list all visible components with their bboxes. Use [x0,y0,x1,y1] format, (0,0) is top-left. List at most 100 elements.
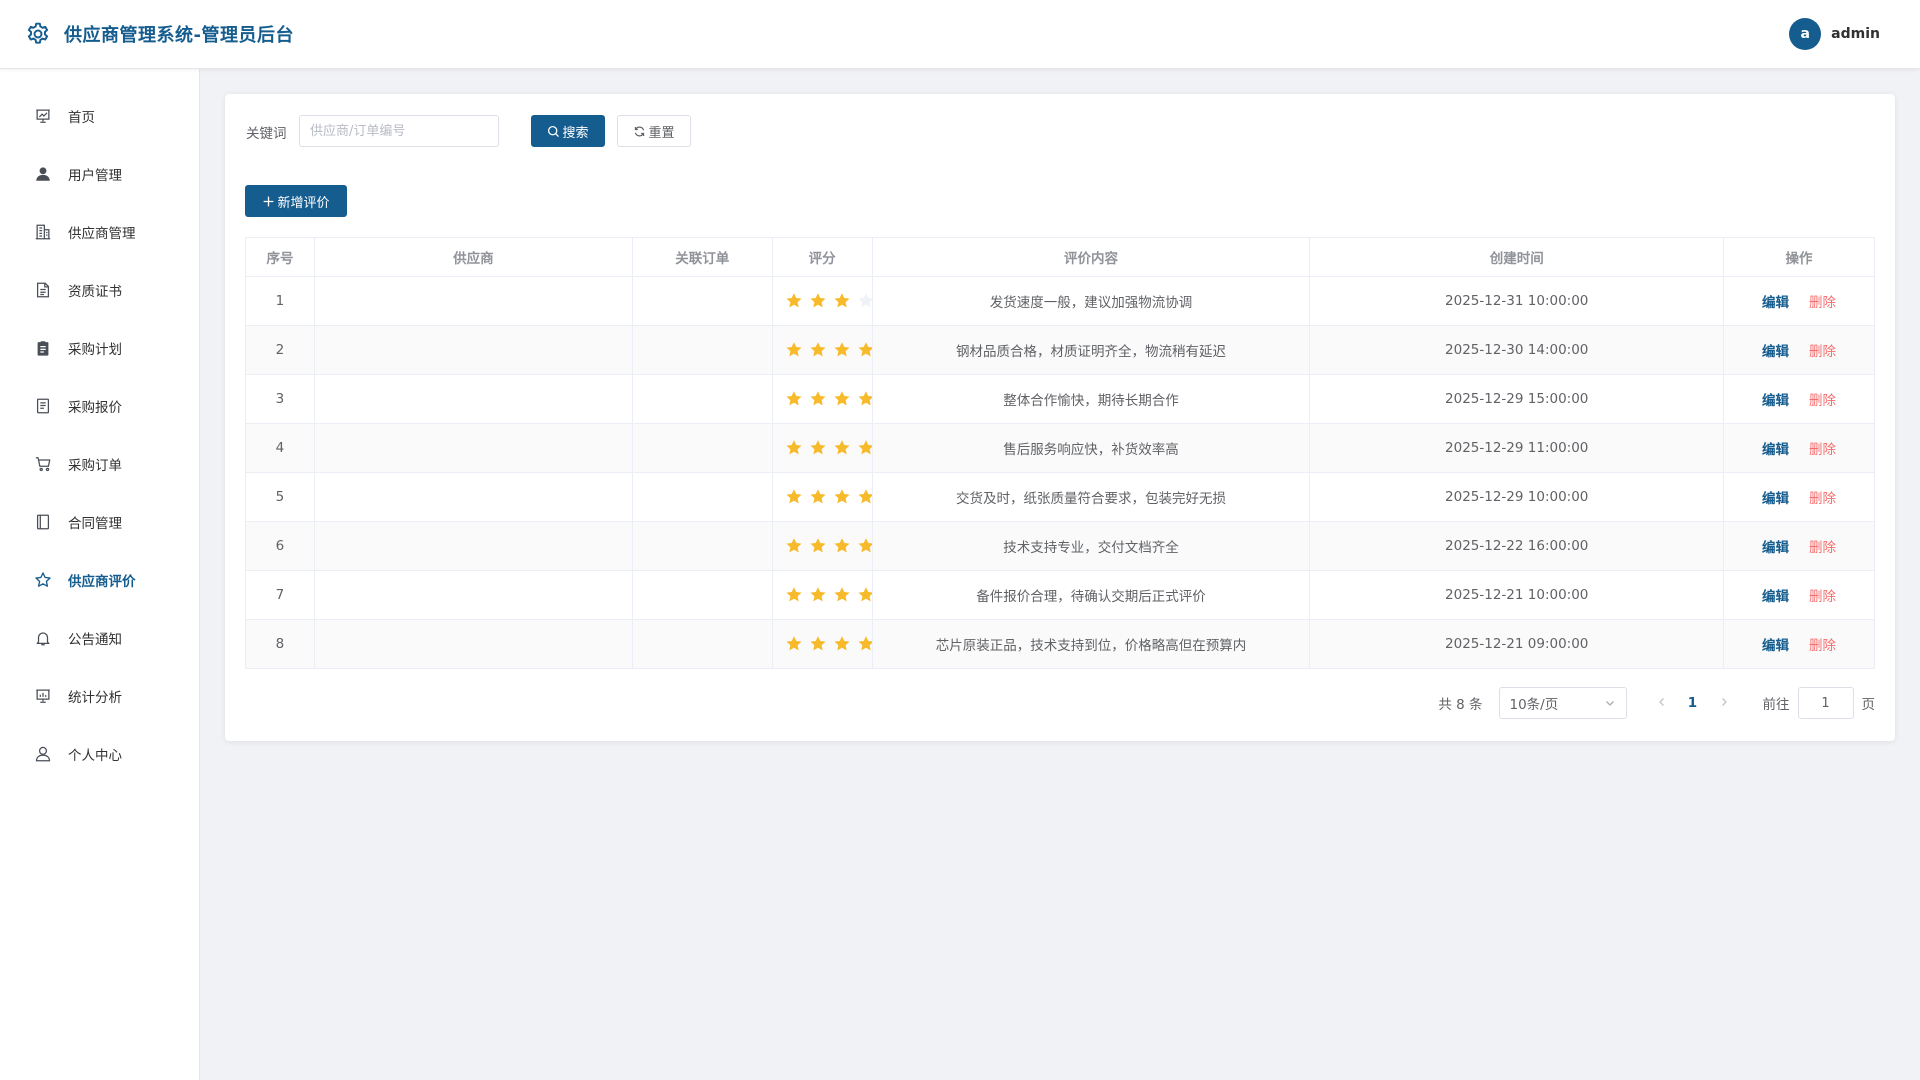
cell-order [633,277,773,325]
delete-link[interactable]: 删除 [1809,634,1836,654]
sidebar-item-purchase-order[interactable]: 采购订单 [0,441,199,487]
delete-link[interactable]: 删除 [1809,389,1836,409]
rating-star-icon[interactable] [785,488,803,506]
sidebar-item-label: 用户管理 [68,168,122,184]
next-page-button[interactable] [1713,695,1735,711]
sidebar-item-label: 资质证书 [68,284,122,300]
delete-link[interactable]: 删除 [1809,291,1836,311]
sidebar-item-profile[interactable]: 个人中心 [0,731,199,777]
edit-link[interactable]: 编辑 [1762,487,1789,507]
bell-icon [36,632,50,646]
plus-icon [264,196,274,206]
cart-icon [35,457,51,472]
rating-star-icon[interactable] [833,390,851,408]
cell-supplier [315,571,633,619]
column-header-content: 评价内容 [873,238,1311,276]
goto-page-input[interactable] [1797,687,1854,719]
delete-link[interactable]: 删除 [1809,585,1836,605]
sidebar-item-notices[interactable]: 公告通知 [0,615,199,661]
cell-supplier [315,522,633,570]
delete-link[interactable]: 删除 [1809,340,1836,360]
rating-star-icon[interactable] [857,292,873,310]
page-size-select[interactable]: 10条/页 [1498,687,1627,719]
edit-link[interactable]: 编辑 [1762,389,1789,409]
sidebar-item-label: 供应商管理 [68,226,136,242]
rating-star-icon[interactable] [809,292,827,310]
rating-star-icon[interactable] [809,586,827,604]
sidebar-item-certificates[interactable]: 资质证书 [0,267,199,313]
keyword-input[interactable] [299,115,499,147]
sidebar-item-suppliers[interactable]: 供应商管理 [0,209,199,255]
rating-star-icon[interactable] [833,488,851,506]
edit-link[interactable]: 编辑 [1762,340,1789,360]
user-menu[interactable]: a admin [1789,18,1880,50]
cell-supplier [315,424,633,472]
rating-star-icon[interactable] [809,439,827,457]
sidebar-item-contracts[interactable]: 合同管理 [0,499,199,545]
avatar[interactable]: a [1789,18,1822,50]
rating-star-icon[interactable] [857,537,873,555]
evaluation-table: 序号 供应商 关联订单 评分 评价内容 创建时间 操作 1 发货速度一般，建议加强… [245,237,1875,669]
page-number-current[interactable]: 1 [1673,695,1713,711]
edit-link[interactable]: 编辑 [1762,291,1789,311]
rating-star-icon[interactable] [809,537,827,555]
reset-button[interactable]: 重置 [617,115,691,147]
rating-star-icon[interactable] [809,341,827,359]
rating-star-icon[interactable] [857,341,873,359]
edit-link[interactable]: 编辑 [1762,634,1789,654]
sidebar-item-purchase-plan[interactable]: 采购计划 [0,325,199,371]
edit-link[interactable]: 编辑 [1762,438,1789,458]
star-icon [35,572,51,587]
table-row: 4 售后服务响应快，补货效率高 2025-12-29 11:00:00 编辑 删除 [246,424,1875,473]
chevron-down-icon [1605,701,1614,706]
rating-star-icon[interactable] [785,586,803,604]
rating-star-icon[interactable] [785,341,803,359]
rating-star-icon[interactable] [833,439,851,457]
cell-order [633,620,773,668]
add-evaluation-button[interactable]: 新增评价 [245,185,347,217]
sidebar-item-quotation[interactable]: 采购报价 [0,383,199,429]
cell-no: 4 [246,424,315,472]
search-button[interactable]: 搜索 [531,115,605,147]
rating-star-icon[interactable] [857,488,873,506]
sidebar-item-dashboard[interactable]: 首页 [0,93,199,139]
sidebar-item-users[interactable]: 用户管理 [0,151,199,197]
cell-content: 售后服务响应快，补货效率高 [873,424,1311,472]
top-bar: 供应商管理系统-管理员后台 a admin [0,0,1920,69]
rating-star-icon[interactable] [785,537,803,555]
cell-supplier [315,620,633,668]
rating-star-icon[interactable] [833,635,851,653]
rating-star-icon[interactable] [785,390,803,408]
rating-star-icon[interactable] [785,635,803,653]
cell-content: 发货速度一般，建议加强物流协调 [873,277,1311,325]
sidebar-item-supplier-evaluation[interactable]: 供应商评价 [0,557,199,603]
rating-star-icon[interactable] [833,341,851,359]
rating-star-icon[interactable] [785,439,803,457]
rating-star-icon[interactable] [833,586,851,604]
rating-star-icon[interactable] [833,537,851,555]
cell-score-rating [773,375,873,423]
document-icon [36,282,50,298]
edit-link[interactable]: 编辑 [1762,585,1789,605]
rating-star-icon[interactable] [857,439,873,457]
cell-order [633,522,773,570]
rating-star-icon[interactable] [857,390,873,408]
edit-link[interactable]: 编辑 [1762,536,1789,556]
rating-star-icon[interactable] [833,292,851,310]
rating-star-icon[interactable] [785,292,803,310]
rating-star-icon[interactable] [809,488,827,506]
chevron-right-icon [1721,698,1727,706]
cell-created: 2025-12-21 09:00:00 [1310,620,1725,668]
rating-star-icon[interactable] [809,635,827,653]
prev-page-button[interactable] [1651,695,1673,711]
delete-link[interactable]: 删除 [1809,438,1836,458]
rating-star-icon[interactable] [809,390,827,408]
pagination-total: 共 8 条 [1438,697,1483,713]
rating-star-icon[interactable] [857,635,873,653]
rating-star-icon[interactable] [857,586,873,604]
delete-link[interactable]: 删除 [1809,536,1836,556]
cell-no: 2 [246,326,315,374]
username[interactable]: admin [1831,26,1880,42]
delete-link[interactable]: 删除 [1809,487,1836,507]
sidebar-item-statistics[interactable]: 统计分析 [0,673,199,719]
